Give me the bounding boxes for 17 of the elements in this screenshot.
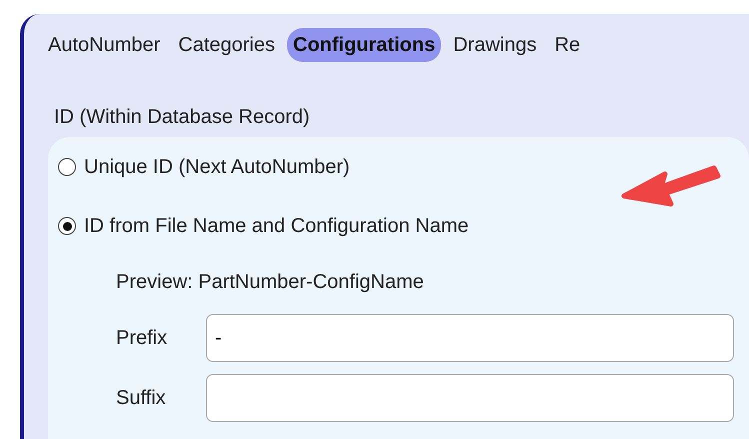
tab[interactable]: Configurations [287,28,442,62]
option-label: Unique ID (Next AutoNumber) [84,156,350,178]
tab[interactable]: Re [548,28,586,62]
field-label: Suffix [116,386,167,410]
tab[interactable]: Drawings [447,28,543,62]
radio-button[interactable] [58,158,76,176]
option-label: ID from File Name and Configuration Name [84,214,469,238]
radio-option[interactable]: ID from File Name and Configuration Name [58,208,749,244]
tab[interactable]: AutoNumber [42,28,166,62]
radio-option[interactable]: Unique ID (Next AutoNumber) [58,149,749,185]
tab[interactable]: Categories [172,28,281,62]
radio-button[interactable] [58,217,76,235]
input-field[interactable] [206,374,734,422]
input-field[interactable]: - [206,314,734,362]
field-label: Prefix [116,326,168,350]
preview-text: Preview: PartNumber-ConfigName [116,270,425,295]
group-title: ID (Within Database Record) [54,106,311,129]
